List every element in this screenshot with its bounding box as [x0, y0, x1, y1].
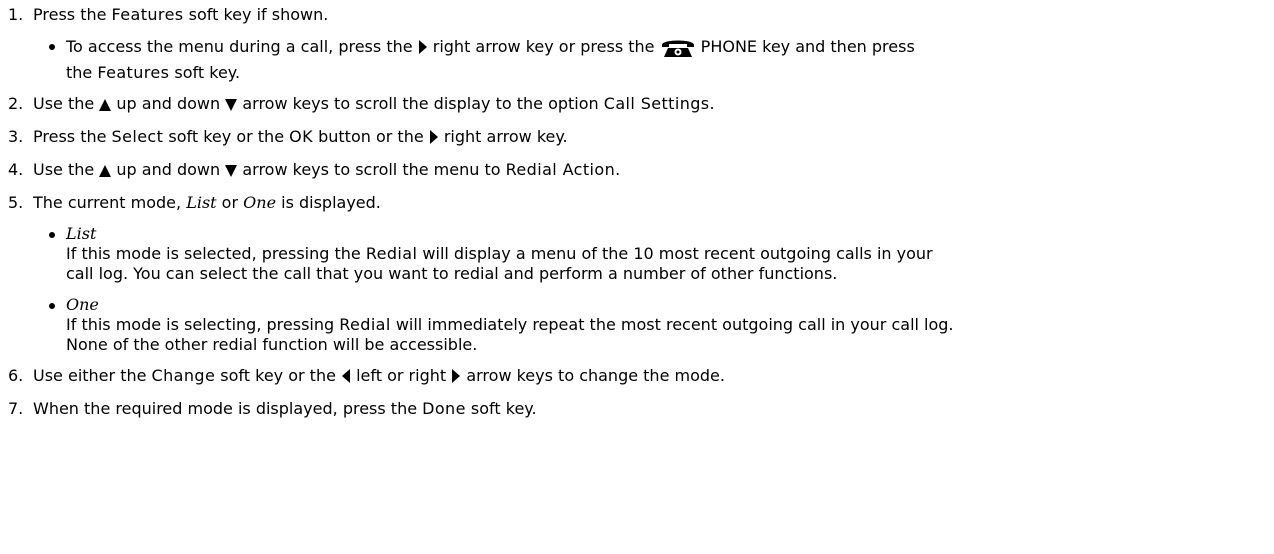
bullet-icon	[49, 303, 55, 309]
step-number: 4.	[8, 160, 24, 179]
step-2: 2. Use the up and down arrow keys to scr…	[8, 94, 1266, 116]
step-5: 5. The current mode, List or One is disp…	[8, 193, 1266, 355]
select-term: Select	[111, 127, 164, 146]
done-term: Done	[422, 399, 466, 418]
right-arrow-key-icon	[451, 368, 461, 388]
step-number: 7.	[8, 399, 24, 418]
redial-term: Redial	[339, 315, 391, 334]
bullet-icon	[49, 232, 55, 238]
right-arrow-key-icon	[429, 129, 439, 149]
redial-action-term: Redial Action	[505, 160, 616, 179]
features-term: Features	[97, 63, 170, 82]
step-number: 2.	[8, 94, 24, 113]
instructions-document: 1. Press the Features soft key if shown.…	[8, 0, 1266, 430]
up-arrow-key-icon	[99, 162, 112, 182]
down-arrow-key-icon	[225, 96, 238, 116]
change-term: Change	[151, 366, 216, 385]
step-number: 3.	[8, 127, 24, 146]
step-1-sublist: To access the menu during a call, press …	[33, 36, 1266, 83]
step-number: 6.	[8, 366, 24, 385]
option-list-name: List	[186, 193, 217, 212]
redial-term: Redial	[365, 244, 418, 263]
up-arrow-key-icon	[99, 96, 112, 116]
step-5-sublist: List If this mode is selected, pressing …	[33, 224, 1266, 355]
phone-key-icon	[660, 36, 696, 63]
features-term: Features	[111, 5, 184, 24]
option-title: List	[66, 224, 97, 243]
left-arrow-key-icon	[341, 368, 351, 388]
down-arrow-key-icon	[225, 162, 238, 182]
step-number: 5.	[8, 193, 24, 212]
step-number: 1.	[8, 5, 24, 24]
step-6: 6. Use either the Change soft key or the…	[8, 366, 1266, 388]
step-7: 7. When the required mode is displayed, …	[8, 399, 537, 418]
bullet-icon	[49, 44, 55, 50]
option-title: One	[66, 295, 99, 314]
option-one-name: One	[243, 193, 277, 212]
list-item: List If this mode is selected, pressing …	[41, 224, 1266, 284]
list-item: One If this mode is selecting, pressing …	[41, 295, 1266, 355]
right-arrow-key-icon	[418, 39, 428, 59]
ok-term: OK	[289, 127, 314, 146]
call-settings-term: Call Settings	[603, 94, 710, 113]
step-4: 4. Use the up and down arrow keys to scr…	[8, 160, 1266, 182]
step-1: 1. Press the Features soft key if shown.…	[8, 5, 1266, 83]
step-3: 3. Press the Select soft key or the OK b…	[8, 127, 1266, 149]
list-item: To access the menu during a call, press …	[41, 36, 1266, 83]
